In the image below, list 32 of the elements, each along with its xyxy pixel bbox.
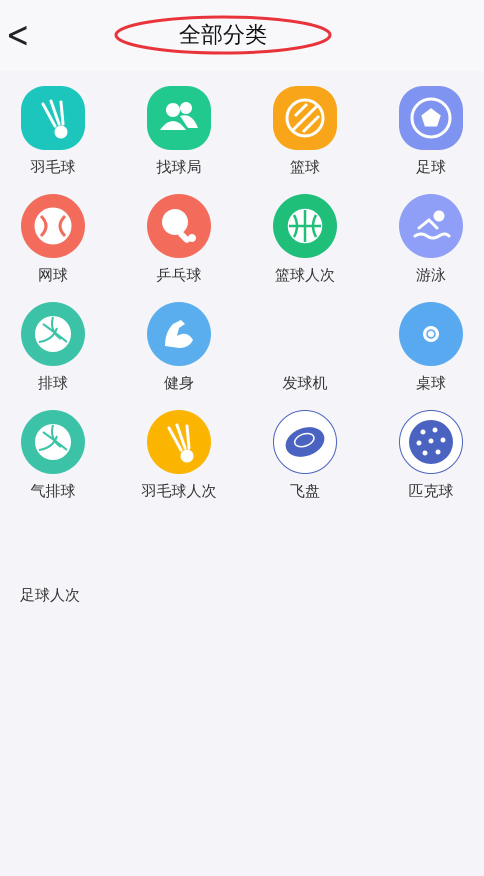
- category-label[interactable]: 足球人次: [20, 586, 80, 604]
- back-button[interactable]: <: [6, 13, 30, 56]
- volleyball-icon[interactable]: [21, 410, 85, 474]
- category-label[interactable]: 气排球: [30, 480, 76, 502]
- tennis-ball-icon[interactable]: [21, 194, 85, 258]
- page-title: 全部分类: [179, 22, 267, 50]
- category-label[interactable]: 网球: [38, 264, 68, 286]
- category-label[interactable]: 游泳: [416, 264, 446, 286]
- frisbee-icon[interactable]: [273, 410, 337, 474]
- category-label[interactable]: 乒乓球: [156, 264, 202, 286]
- category-label[interactable]: 健身: [164, 372, 194, 394]
- category-label[interactable]: 发球机: [282, 372, 328, 394]
- category-label[interactable]: 匹克球: [408, 480, 454, 502]
- category-label[interactable]: 找球局: [156, 156, 202, 178]
- category-label[interactable]: 篮球人次: [275, 264, 335, 286]
- billiard-ball-icon[interactable]: [399, 302, 463, 366]
- flexed-arm-icon[interactable]: [147, 302, 211, 366]
- basketball-icon[interactable]: [273, 194, 337, 258]
- category-label[interactable]: 飞盘: [290, 480, 320, 502]
- volleyball-icon[interactable]: [21, 302, 85, 366]
- people-icon[interactable]: [147, 86, 211, 150]
- swimmer-icon[interactable]: [399, 194, 463, 258]
- ping-pong-paddle-icon[interactable]: [147, 194, 211, 258]
- pickleball-icon[interactable]: [399, 410, 463, 474]
- category-label[interactable]: 羽毛球人次: [142, 480, 216, 502]
- category-label[interactable]: 桌球: [416, 372, 446, 394]
- category-label[interactable]: 羽毛球: [30, 156, 76, 178]
- shuttlecock-icon[interactable]: [21, 86, 85, 150]
- category-label[interactable]: 足球: [416, 156, 446, 178]
- shuttlecock-icon[interactable]: [147, 410, 211, 474]
- category-label[interactable]: 篮球: [290, 156, 320, 178]
- category-label[interactable]: 排球: [38, 372, 68, 394]
